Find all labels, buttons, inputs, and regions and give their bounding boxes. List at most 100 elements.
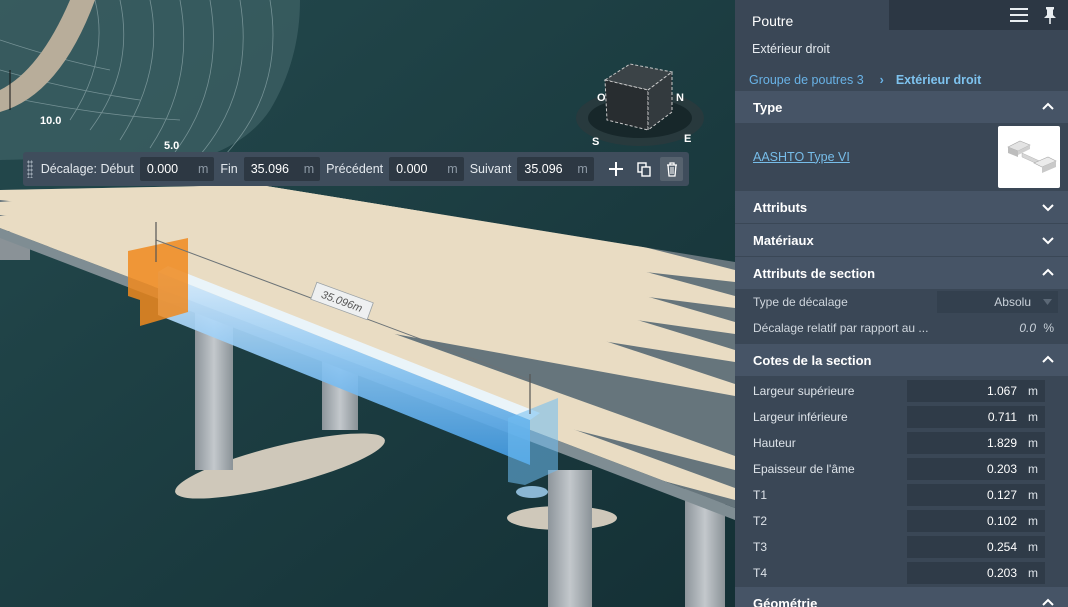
panel-header: Poutre	[735, 0, 1068, 30]
dimension-label: Largeur supérieure	[753, 384, 855, 398]
section-section-attributes-title: Attributs de section	[753, 265, 876, 281]
breadcrumb: Groupe de poutres 3 › Extérieur droit	[735, 64, 1068, 90]
section-attributes-header[interactable]: Attributs	[735, 190, 1068, 223]
offset-previous-value: 0.000	[396, 162, 428, 176]
dimension-input[interactable]: 1.067 m	[907, 380, 1045, 402]
dimension-label: Hauteur	[753, 436, 796, 450]
offset-start-input[interactable]: 0.000 m	[139, 157, 215, 181]
chevron-down-icon	[1042, 237, 1054, 245]
section-dimensions-header[interactable]: Cotes de la section	[735, 343, 1068, 376]
plus-icon	[609, 162, 624, 176]
viewcube-north[interactable]: N	[676, 92, 684, 104]
caret-down-icon	[1043, 299, 1052, 305]
dimension-input[interactable]: 0.203 m	[907, 458, 1045, 480]
dimension-row: T1 0.127 m	[735, 482, 1068, 508]
offset-end-unit: m	[303, 162, 315, 176]
chevron-up-icon	[1042, 355, 1054, 363]
dimension-label: T3	[753, 540, 768, 554]
chevron-down-icon	[1042, 204, 1054, 212]
offset-start-label: Décalage: Début	[40, 162, 134, 176]
section-materials-header[interactable]: Matériaux	[735, 223, 1068, 256]
app-window: 10.0 5.0 35.096m O N S E Décalage: Début…	[0, 0, 1068, 607]
dimension-input[interactable]: 0.102 m	[907, 510, 1045, 532]
dimension-value: 0.254	[986, 540, 1017, 554]
viewcube-south[interactable]: S	[592, 136, 599, 148]
dimension-row: Hauteur 1.829 m	[735, 430, 1068, 456]
dimension-label: Largeur inférieure	[753, 410, 848, 424]
relative-offset-row: Décalage relatif par rapport au ... 0.0 …	[735, 315, 1068, 341]
panel-title: Poutre	[735, 0, 889, 30]
dimension-label: T1	[753, 488, 768, 502]
dimension-input[interactable]: 0.127 m	[907, 484, 1045, 506]
chevron-up-icon	[1042, 598, 1054, 606]
offset-next-label: Suivant	[469, 162, 512, 176]
dimension-row: Epaisseur de l'âme 0.203 m	[735, 456, 1068, 482]
add-button[interactable]	[605, 157, 628, 181]
dimension-unit: m	[1028, 462, 1038, 476]
bridge-scene[interactable]: 10.0 5.0 35.096m O N S E	[0, 0, 735, 607]
copy-icon	[637, 162, 651, 177]
section-type-header[interactable]: Type	[735, 90, 1068, 123]
dimension-label: Epaisseur de l'âme	[753, 462, 855, 476]
offset-type-row: Type de décalage Absolu	[735, 289, 1068, 315]
section-geometry-title: Géométrie	[753, 595, 818, 607]
offset-start-unit: m	[197, 162, 209, 176]
viewcube-west[interactable]: O	[597, 92, 606, 104]
breadcrumb-current: Extérieur droit	[895, 72, 982, 87]
dimension-value: 0.102	[986, 514, 1017, 528]
dimension-value: 0.203	[986, 462, 1017, 476]
dimension-input[interactable]: 0.711 m	[907, 406, 1045, 428]
dimension-label: T4	[753, 566, 768, 580]
section-dimensions-title: Cotes de la section	[753, 352, 872, 368]
offset-type-select[interactable]: Absolu	[937, 291, 1058, 313]
girder-type-thumbnail[interactable]	[998, 125, 1060, 188]
offset-next-unit: m	[577, 162, 588, 176]
toolbar-drag-handle[interactable]	[27, 160, 33, 178]
contour-label-10: 10.0	[40, 115, 61, 127]
dimension-value: 1.067	[986, 384, 1017, 398]
section-section-attributes-header[interactable]: Attributs de section	[735, 256, 1068, 289]
girder-thumbnail-image	[1007, 140, 1057, 173]
breadcrumb-parent[interactable]: Groupe de poutres 3	[749, 73, 864, 87]
offset-end-input[interactable]: 35.096 m	[243, 157, 321, 181]
dimension-unit: m	[1028, 384, 1038, 398]
viewcube-east[interactable]: E	[684, 133, 691, 145]
relative-offset-unit: %	[1043, 321, 1054, 335]
offset-end-label: Fin	[220, 162, 238, 176]
dimension-input[interactable]: 0.254 m	[907, 536, 1045, 558]
dimension-row: T3 0.254 m	[735, 534, 1068, 560]
dimension-input[interactable]: 0.203 m	[907, 562, 1045, 584]
copy-button[interactable]	[633, 157, 656, 181]
panel-header-tools	[889, 0, 1068, 30]
relative-offset-value: 0.0	[1019, 321, 1036, 335]
dimension-input[interactable]: 1.829 m	[907, 432, 1045, 454]
relative-offset-value-field[interactable]: 0.0 %	[937, 321, 1058, 335]
delete-button[interactable]	[660, 157, 683, 181]
dimension-row: T4 0.203 m	[735, 560, 1068, 586]
relative-offset-label: Décalage relatif par rapport au ...	[753, 321, 929, 335]
dimension-row: Largeur inférieure 0.711 m	[735, 404, 1068, 430]
type-link[interactable]: AASHTO Type VI	[753, 150, 850, 164]
offset-next-value: 35.096	[524, 162, 563, 176]
dimension-value: 1.829	[986, 436, 1017, 450]
pin-icon[interactable]	[1042, 6, 1058, 24]
offset-previous-unit: m	[447, 162, 458, 176]
properties-panel: Poutre Extérieur droit Groupe de poutres…	[735, 0, 1068, 607]
menu-icon[interactable]	[1010, 8, 1028, 22]
dimension-list: Largeur supérieure 1.067 m Largeur inférieu…	[735, 376, 1068, 586]
offset-next-input[interactable]: 35.096 m	[517, 157, 594, 181]
section-geometry-header[interactable]: Géométrie	[735, 586, 1068, 607]
offset-previous-input[interactable]: 0.000 m	[389, 157, 464, 181]
offset-previous-label: Précédent	[326, 162, 384, 176]
section-type-title: Type	[753, 99, 783, 115]
dimension-row: Largeur supérieure 1.067 m	[735, 378, 1068, 404]
chevron-up-icon	[1042, 268, 1054, 276]
type-body: AASHTO Type VI	[735, 123, 1068, 190]
offset-type-value: Absolu	[994, 295, 1031, 309]
offset-start-value: 0.000	[146, 162, 179, 176]
dimension-value: 0.203	[986, 566, 1017, 580]
contour-label-5: 5.0	[164, 140, 179, 152]
3d-viewport[interactable]: 10.0 5.0 35.096m O N S E Décalage: Début…	[0, 0, 735, 607]
dimension-unit: m	[1028, 540, 1038, 554]
section-attributes-title: Attributs	[753, 199, 808, 215]
